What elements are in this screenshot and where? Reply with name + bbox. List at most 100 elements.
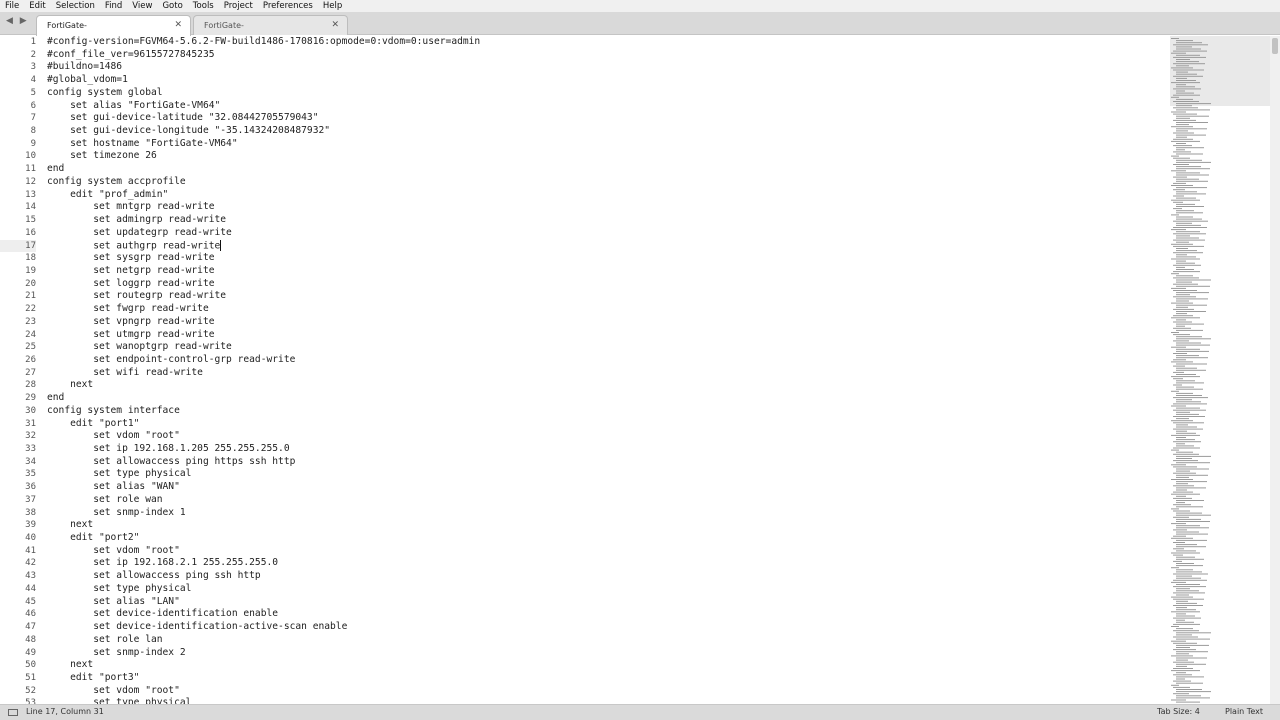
code-line[interactable]: set gui-device-latitude "32.084427055790… xyxy=(47,112,1167,125)
menu-item-goto[interactable]: Goto xyxy=(157,0,187,12)
code-line[interactable]: set device-identification enable xyxy=(47,608,1167,621)
code-line[interactable]: set vdom "root" xyxy=(47,545,1167,558)
minimap-line xyxy=(1171,170,1186,172)
code-line[interactable]: set vpngrp read-write xyxy=(47,316,1167,329)
menu-item-selection[interactable]: Selection xyxy=(51,0,100,12)
code-line[interactable]: end xyxy=(47,392,1167,405)
code-line[interactable]: set type physical xyxy=(47,583,1167,596)
close-icon[interactable]: ✕ xyxy=(174,16,182,35)
minimap-line xyxy=(1176,73,1197,75)
minimap-line xyxy=(1173,605,1203,606)
code-line-text: set vdom "root" xyxy=(47,544,180,556)
minimap-line xyxy=(1176,514,1211,516)
code-line[interactable]: set endpoint-control-grp read-write xyxy=(47,354,1167,367)
code-line[interactable]: set type physical xyxy=(47,697,1167,704)
code-line[interactable]: set netgrp read-write xyxy=(47,265,1167,278)
minimap-line xyxy=(1173,145,1192,147)
minimap-line xyxy=(1176,109,1210,111)
code-line[interactable]: set alias "LAN" xyxy=(47,596,1167,609)
code-line[interactable]: set wanoptgrp read-write xyxy=(47,341,1167,354)
code-line[interactable]: #config-version=FGVM64-5.6.2-FW-build148… xyxy=(47,36,1167,49)
code-line[interactable]: set timezone 26 xyxy=(47,150,1167,163)
menu-item-find[interactable]: Find xyxy=(100,0,127,12)
minimap-line xyxy=(1176,262,1195,264)
code-line[interactable]: config system accprofile xyxy=(47,176,1167,189)
menu-item-edit[interactable]: Edit xyxy=(24,0,50,12)
line-number: 7 xyxy=(30,113,36,124)
code-line[interactable]: set alias "FortiGate-VM64" xyxy=(47,100,1167,113)
code-line[interactable]: set admingrp read-write xyxy=(47,214,1167,227)
code-line[interactable]: set sysgrp read-write xyxy=(47,252,1167,265)
tab-nav-arrows-icon[interactable]: ◀ ▶ xyxy=(6,16,29,26)
tab-size-selector[interactable]: Tab Size: 4 xyxy=(1157,707,1200,716)
tab-inactive-file[interactable]: FortiGate-VM64_20191119_1037.conf ✕ xyxy=(193,15,348,49)
minimap-line xyxy=(1176,563,1194,564)
minimap-line xyxy=(1173,227,1207,228)
code-line[interactable]: set ip 192.168.1.205 255.255.255.0 xyxy=(47,443,1167,456)
code-line[interactable]: set updategrp read-write xyxy=(47,227,1167,240)
close-icon[interactable]: ✕ xyxy=(331,16,339,35)
code-line[interactable]: set role wan xyxy=(47,494,1167,507)
code-line-text: set device-identification-active-scan en… xyxy=(47,621,348,633)
code-line[interactable]: set routegrp read-write xyxy=(47,290,1167,303)
menu-item-view[interactable]: View xyxy=(127,0,157,12)
minimap[interactable] xyxy=(1170,36,1270,704)
menu-item-file[interactable]: File xyxy=(0,0,24,12)
code-line[interactable]: edit "port2" xyxy=(47,532,1167,545)
menu-item-project[interactable]: Project xyxy=(219,0,258,12)
code-line[interactable]: next xyxy=(47,519,1167,532)
code-line[interactable]: set snmp-index 2 xyxy=(47,647,1167,660)
code-line[interactable]: next xyxy=(47,379,1167,392)
minimap-line xyxy=(1176,590,1199,592)
code-line[interactable]: set allowaccess ping https ssh http xyxy=(47,456,1167,469)
code-line[interactable]: set role lan xyxy=(47,634,1167,647)
minimap-line xyxy=(1176,502,1185,504)
minimap-line xyxy=(1171,82,1200,84)
code-line[interactable]: set gui-device-longitude "-35.1432420848… xyxy=(47,125,1167,138)
minimap-line xyxy=(1173,636,1198,638)
code-line[interactable]: end xyxy=(47,163,1167,176)
minimap-line xyxy=(1173,510,1190,512)
minimap-line xyxy=(1173,88,1201,90)
vertical-scrollbar[interactable] xyxy=(1270,36,1280,704)
tab-active-file[interactable]: FortiGate-VM64_20191119_1041.conf ✕ xyxy=(36,15,191,49)
code-line[interactable]: set mntgrp read-write xyxy=(47,201,1167,214)
panel-toggle-icon[interactable] xyxy=(8,709,18,716)
code-line[interactable]: #global_vdom=1 xyxy=(47,74,1167,87)
menu-item-preferences[interactable]: Preferences xyxy=(258,0,318,12)
code-text-area[interactable]: #config-version=FGVM64-5.6.2-FW-build148… xyxy=(47,36,1167,704)
line-number: 52 xyxy=(25,685,36,696)
menu-item-tools[interactable]: Tools xyxy=(188,0,219,12)
code-line[interactable]: config system global xyxy=(47,87,1167,100)
code-line[interactable]: config system interface xyxy=(47,405,1167,418)
code-line[interactable]: set authgrp read-write xyxy=(47,239,1167,253)
code-line[interactable]: set fwgrp read-write xyxy=(47,303,1167,316)
code-line[interactable]: #buildno=1486 xyxy=(47,61,1167,74)
code-editor[interactable]: 1 2 3 4 5 6 7 8 9 10 11 12 13 14 15 16 17 18 19 20 21 22 23 24 2… xyxy=(0,36,1170,704)
code-line[interactable]: set device-identification-active-scan en… xyxy=(47,621,1167,634)
code-line[interactable]: set wifi read-write xyxy=(47,367,1167,380)
code-line[interactable]: set utmgrp read-write xyxy=(47,329,1167,342)
code-line[interactable]: next xyxy=(47,659,1167,672)
minimap-line xyxy=(1176,237,1199,239)
minimap-line xyxy=(1171,332,1179,333)
scrollbar-thumb[interactable] xyxy=(1272,38,1278,54)
code-line[interactable]: set vdom "root" xyxy=(47,685,1167,698)
code-line[interactable]: set loggrp read-write xyxy=(47,278,1167,291)
code-line[interactable]: set vdom "root" xyxy=(47,430,1167,443)
code-line[interactable]: set snmp-index 1 xyxy=(47,507,1167,520)
code-line[interactable]: edit "prof_admin" xyxy=(47,189,1167,202)
syntax-selector[interactable]: Plain Text xyxy=(1225,707,1263,716)
minimap-line xyxy=(1173,630,1199,632)
code-line[interactable]: edit "port1" xyxy=(47,418,1167,431)
menu-item-help[interactable]: Help xyxy=(318,0,347,12)
code-line[interactable]: edit "port3" xyxy=(47,672,1167,685)
code-line[interactable]: set hostname "FortiGate-VM64" xyxy=(47,138,1167,151)
code-line[interactable]: set type physical xyxy=(47,468,1167,481)
code-line-text: edit "prof_admin" xyxy=(47,188,169,200)
minimap-line xyxy=(1173,466,1197,468)
code-line[interactable]: #conf_file_ver=96155727845235 xyxy=(47,49,1167,62)
code-line[interactable]: set allowaccess ping ssh http xyxy=(47,570,1167,583)
code-line[interactable]: set alias "WAN" xyxy=(47,481,1167,494)
code-line[interactable]: set ip 192.168.2.1 255.255.255.0 xyxy=(47,557,1167,570)
